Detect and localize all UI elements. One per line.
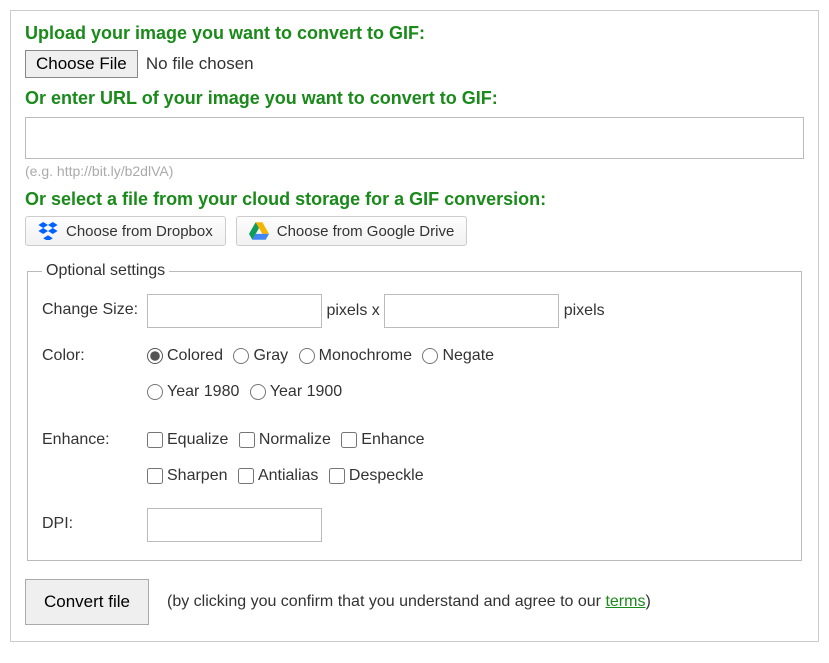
enhance-checkbox[interactable] [329,468,345,484]
size-sep: pixels x [326,302,379,319]
enhance-checkbox[interactable] [147,468,163,484]
enhance-option-antialias[interactable]: Antialias [238,460,318,492]
enhance-option-label: Despeckle [349,460,424,492]
dpi-input[interactable] [147,508,322,542]
color-row: Color: Colored Gray Monochrome Negate Ye… [42,340,787,412]
color-radio[interactable] [147,348,163,364]
color-option-colored[interactable]: Colored [147,340,223,372]
enhance-option-normalize[interactable]: Normalize [239,424,331,456]
optional-legend: Optional settings [42,262,169,280]
terms-pre: (by clicking you confirm that you unders… [167,593,605,610]
convert-button[interactable]: Convert file [25,579,149,625]
color-label: Color: [42,340,147,367]
enhance-option-label: Equalize [167,424,228,456]
enhance-row: Enhance: Equalize Normalize Enhance Shar… [42,424,787,496]
enhance-checkbox[interactable] [341,432,357,448]
color-option-label: Year 1900 [270,376,342,408]
enhance-option-label: Antialias [258,460,318,492]
color-radio[interactable] [299,348,315,364]
cloud-heading: Or select a file from your cloud storage… [25,189,804,210]
file-row: Choose File No file chosen [25,50,804,78]
color-option-label: Year 1980 [167,376,239,408]
dropbox-icon [38,222,58,240]
color-option-label: Gray [253,340,288,372]
color-option-label: Negate [442,340,494,372]
file-status: No file chosen [146,54,254,73]
color-radio[interactable] [147,384,163,400]
dropbox-label: Choose from Dropbox [66,223,213,240]
dpi-row: DPI: [42,508,787,542]
choose-file-button[interactable]: Choose File [25,50,138,78]
optional-settings: Optional settings Change Size: pixels x … [27,262,802,561]
cloud-row: Choose from Dropbox Choose from Google D… [25,216,804,246]
enhance-option-despeckle[interactable]: Despeckle [329,460,424,492]
color-radio[interactable] [250,384,266,400]
url-hint: (e.g. http://bit.ly/b2dlVA) [25,163,804,179]
dropbox-button[interactable]: Choose from Dropbox [25,216,226,246]
color-radio[interactable] [233,348,249,364]
enhance-option-enhance[interactable]: Enhance [341,424,424,456]
size-label: Change Size: [42,294,147,321]
url-heading: Or enter URL of your image you want to c… [25,88,804,109]
enhance-option-label: Enhance [361,424,424,456]
upload-heading: Upload your image you want to convert to… [25,23,804,44]
terms-post: ) [645,593,650,610]
size-row: Change Size: pixels x pixels [42,294,787,328]
enhance-checkbox[interactable] [239,432,255,448]
enhance-option-label: Normalize [259,424,331,456]
url-input[interactable] [25,117,804,159]
color-radio[interactable] [422,348,438,364]
color-option-monochrome[interactable]: Monochrome [299,340,412,372]
enhance-option-equalize[interactable]: Equalize [147,424,228,456]
color-option-label: Monochrome [319,340,412,372]
enhance-label: Enhance: [42,424,147,451]
gdrive-label: Choose from Google Drive [277,223,455,240]
submit-row: Convert file (by clicking you confirm th… [25,579,804,625]
enhance-option-sharpen[interactable]: Sharpen [147,460,228,492]
conversion-panel: Upload your image you want to convert to… [10,10,819,642]
gdrive-button[interactable]: Choose from Google Drive [236,216,468,246]
color-option-gray[interactable]: Gray [233,340,288,372]
color-option-negate[interactable]: Negate [422,340,494,372]
height-input[interactable] [384,294,559,328]
dpi-label: DPI: [42,508,147,535]
enhance-checkbox[interactable] [238,468,254,484]
color-option-year-1900[interactable]: Year 1900 [250,376,342,408]
color-option-label: Colored [167,340,223,372]
terms-note: (by clicking you confirm that you unders… [167,590,651,614]
size-suffix: pixels [564,302,605,319]
width-input[interactable] [147,294,322,328]
enhance-checkbox[interactable] [147,432,163,448]
terms-link[interactable]: terms [605,593,645,610]
gdrive-icon [249,222,269,240]
color-option-year-1980[interactable]: Year 1980 [147,376,239,408]
enhance-option-label: Sharpen [167,460,228,492]
